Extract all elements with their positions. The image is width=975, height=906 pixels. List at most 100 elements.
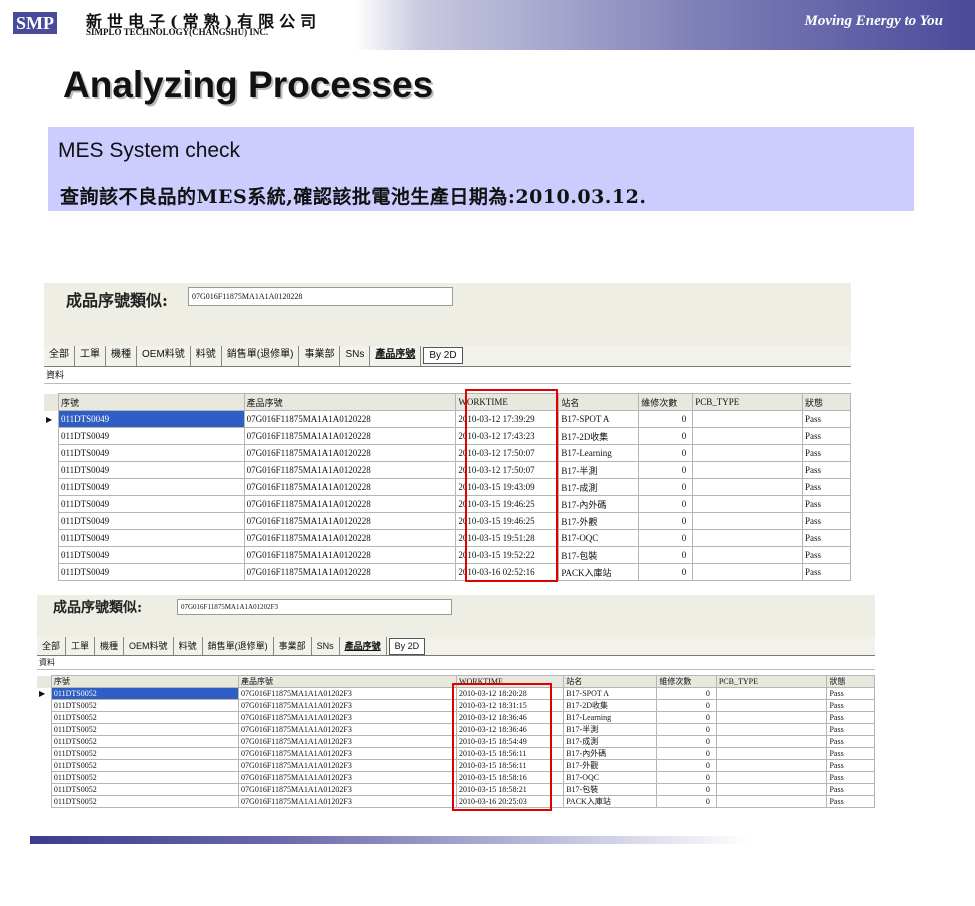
table-cell[interactable]: 0 <box>656 723 717 736</box>
table-cell[interactable]: 0 <box>638 563 694 581</box>
table-cell[interactable]: 0 <box>638 427 694 445</box>
table-cell[interactable] <box>692 410 804 428</box>
table-cell[interactable]: 011DTS0052 <box>50 771 240 784</box>
col-header[interactable]: 序號 <box>57 393 245 411</box>
table-cell[interactable]: 07G016F11875MA1A1A01202F3 <box>238 795 457 808</box>
table-cell[interactable]: 07G016F11875MA1A1A01202F3 <box>238 783 457 796</box>
table-cell[interactable]: 0 <box>638 529 694 547</box>
table-cell[interactable]: Pass <box>802 563 851 581</box>
table-cell[interactable]: 07G016F11875MA1A1A0120228 <box>243 444 457 462</box>
tab-by-2d[interactable]: By 2D <box>423 347 463 364</box>
table-cell[interactable]: 0 <box>638 461 694 479</box>
table-cell[interactable] <box>692 546 804 564</box>
table-cell[interactable]: B17-成測 <box>558 478 640 496</box>
table-cell[interactable]: B17-半測 <box>563 723 658 736</box>
table-cell[interactable]: B17-包裝 <box>558 546 640 564</box>
table-cell[interactable]: Pass <box>826 699 875 712</box>
table-cell[interactable]: 011DTS0052 <box>50 699 240 712</box>
table-cell[interactable] <box>715 783 828 796</box>
col-header[interactable]: 狀態 <box>802 393 851 411</box>
table-cell[interactable] <box>715 771 828 784</box>
table-cell[interactable] <box>715 723 828 736</box>
table-row[interactable]: 011DTS0049 07G016F11875MA1A1A0120228 2010-… <box>44 461 851 479</box>
table-cell[interactable]: 07G016F11875MA1A1A01202F3 <box>238 699 457 712</box>
table-cell[interactable]: Pass <box>802 410 851 428</box>
table-cell[interactable]: 07G016F11875MA1A1A0120228 <box>243 512 457 530</box>
tab-by-2d[interactable]: By 2D <box>388 638 426 655</box>
table-cell[interactable]: Pass <box>802 512 851 530</box>
table-cell[interactable]: Pass <box>802 546 851 564</box>
table-cell[interactable]: 0 <box>656 795 717 808</box>
table-cell[interactable]: 0 <box>656 759 717 772</box>
table-cell[interactable] <box>692 461 804 479</box>
table-cell[interactable]: 07G016F11875MA1A1A0120228 <box>243 461 457 479</box>
table-cell[interactable]: 011DTS0052 <box>50 783 240 796</box>
table-cell[interactable]: B17-內外碼 <box>563 747 658 760</box>
table-cell[interactable]: 011DTS0052 <box>50 687 240 700</box>
table-cell[interactable]: B17-外觀 <box>563 759 658 772</box>
table-cell[interactable]: 07G016F11875MA1A1A0120228 <box>243 495 457 513</box>
table-cell[interactable]: Pass <box>826 783 875 796</box>
table-cell[interactable]: 0 <box>638 495 694 513</box>
table-cell[interactable]: B17-半測 <box>558 461 640 479</box>
tab-work-order[interactable]: 工單 <box>75 346 106 366</box>
tab-sales-order[interactable]: 銷售單(退修單) <box>203 637 274 655</box>
table-cell[interactable]: 011DTS0049 <box>57 427 245 445</box>
table-cell[interactable]: B17-內外碼 <box>558 495 640 513</box>
table-cell[interactable]: B17-Learning <box>558 444 640 462</box>
table-row[interactable]: 011DTS0049 07G016F11875MA1A1A0120228 2010-… <box>44 529 851 547</box>
table-cell[interactable]: B17-2D收集 <box>563 699 658 712</box>
table-cell[interactable]: 011DTS0052 <box>50 711 240 724</box>
table-cell[interactable]: 07G016F11875MA1A1A01202F3 <box>238 723 457 736</box>
table-cell[interactable]: 011DTS0049 <box>57 546 245 564</box>
table-row[interactable]: 011DTS0049 07G016F11875MA1A1A0120228 2010-… <box>44 427 851 445</box>
table-cell[interactable] <box>692 478 804 496</box>
table-cell[interactable]: Pass <box>802 461 851 479</box>
table-cell[interactable]: Pass <box>826 747 875 760</box>
table-cell[interactable]: 011DTS0049 <box>57 461 245 479</box>
tab-sns[interactable]: SNs <box>340 346 371 366</box>
col-header[interactable]: 產品序號 <box>238 675 457 688</box>
table-row[interactable]: 011DTS0049 07G016F11875MA1A1A0120228 2010-… <box>44 512 851 530</box>
table-cell[interactable]: Pass <box>826 759 875 772</box>
table-cell[interactable]: 0 <box>656 747 717 760</box>
table-cell[interactable]: 0 <box>656 687 717 700</box>
tab-all[interactable]: 全部 <box>44 346 75 366</box>
table-cell[interactable] <box>692 427 804 445</box>
table-cell[interactable]: Pass <box>802 529 851 547</box>
table-row[interactable]: ▶ 011DTS0049 07G016F11875MA1A1A0120228 2010… <box>44 410 851 428</box>
table-cell[interactable]: Pass <box>826 711 875 724</box>
table-cell[interactable]: B17-包裝 <box>563 783 658 796</box>
table-cell[interactable] <box>715 795 828 808</box>
table-cell[interactable]: Pass <box>826 723 875 736</box>
table-cell[interactable]: 011DTS0049 <box>57 444 245 462</box>
table-cell[interactable] <box>715 699 828 712</box>
col-header[interactable]: 狀態 <box>826 675 875 688</box>
table-cell[interactable]: Pass <box>826 771 875 784</box>
table-cell[interactable]: 07G016F11875MA1A1A0120228 <box>243 478 457 496</box>
subtab-data[interactable]: 資料 <box>37 656 875 670</box>
table-cell[interactable] <box>715 735 828 748</box>
col-header[interactable]: 站名 <box>563 675 658 688</box>
table-cell[interactable]: 07G016F11875MA1A1A01202F3 <box>238 735 457 748</box>
table-cell[interactable] <box>692 563 804 581</box>
table-cell[interactable]: 07G016F11875MA1A1A0120228 <box>243 410 457 428</box>
table-cell[interactable]: 07G016F11875MA1A1A01202F3 <box>238 747 457 760</box>
tab-part[interactable]: 料號 <box>191 346 222 366</box>
table-cell[interactable]: 0 <box>656 735 717 748</box>
tab-division[interactable]: 事業部 <box>299 346 341 366</box>
table-cell[interactable] <box>715 711 828 724</box>
table-cell[interactable]: PACK入庫站 <box>558 563 640 581</box>
table-cell[interactable]: 011DTS0052 <box>50 735 240 748</box>
table-cell[interactable]: 07G016F11875MA1A1A01202F3 <box>238 711 457 724</box>
table-cell[interactable]: 0 <box>656 783 717 796</box>
table-cell[interactable]: 0 <box>638 512 694 530</box>
table-cell[interactable]: 07G016F11875MA1A1A0120228 <box>243 427 457 445</box>
subtab-data[interactable]: 資料 <box>44 367 851 384</box>
tab-sales-order[interactable]: 銷售單(退修單) <box>222 346 300 366</box>
table-cell[interactable] <box>692 529 804 547</box>
table-cell[interactable]: 011DTS0052 <box>50 759 240 772</box>
tab-product-serial[interactable]: 產品序號 <box>340 637 387 655</box>
table-cell[interactable]: B17-外觀 <box>558 512 640 530</box>
table-cell[interactable]: Pass <box>802 495 851 513</box>
